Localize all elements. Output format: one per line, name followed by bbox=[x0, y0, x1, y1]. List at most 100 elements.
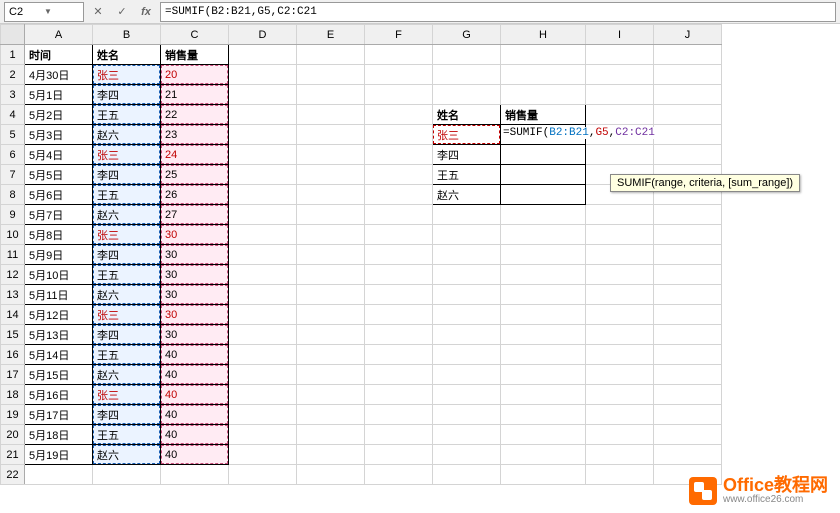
row-header-19[interactable]: 19 bbox=[1, 405, 25, 425]
spreadsheet-grid[interactable]: ABCDEFGHIJ1时间姓名销售量24月30日张三2035月1日李四2145月… bbox=[0, 24, 840, 485]
cell-D18[interactable] bbox=[229, 385, 297, 405]
cell-A15[interactable]: 5月13日 bbox=[25, 325, 93, 345]
cell-E9[interactable] bbox=[297, 205, 365, 225]
column-header-E[interactable]: E bbox=[297, 25, 365, 45]
cell-C18[interactable]: 40 bbox=[161, 385, 229, 405]
row-header-18[interactable]: 18 bbox=[1, 385, 25, 405]
cell-F20[interactable] bbox=[365, 425, 433, 445]
cell-E8[interactable] bbox=[297, 185, 365, 205]
cell-A3[interactable]: 5月1日 bbox=[25, 85, 93, 105]
cell-E5[interactable] bbox=[297, 125, 365, 145]
cell-F14[interactable] bbox=[365, 305, 433, 325]
cell-H10[interactable] bbox=[501, 225, 586, 245]
cell-I13[interactable] bbox=[586, 285, 654, 305]
cell-D16[interactable] bbox=[229, 345, 297, 365]
cell-B22[interactable] bbox=[93, 465, 161, 485]
cell-C19[interactable]: 40 bbox=[161, 405, 229, 425]
cell-G13[interactable] bbox=[433, 285, 501, 305]
cell-D22[interactable] bbox=[229, 465, 297, 485]
cell-B9[interactable]: 赵六 bbox=[93, 205, 161, 225]
cell-B20[interactable]: 王五 bbox=[93, 425, 161, 445]
name-box[interactable]: C2 ▼ bbox=[4, 2, 84, 22]
cell-H11[interactable] bbox=[501, 245, 586, 265]
cell-F7[interactable] bbox=[365, 165, 433, 185]
cell-G1[interactable] bbox=[433, 45, 501, 65]
cell-J12[interactable] bbox=[654, 265, 722, 285]
cell-J13[interactable] bbox=[654, 285, 722, 305]
cell-G12[interactable] bbox=[433, 265, 501, 285]
cell-B21[interactable]: 赵六 bbox=[93, 445, 161, 465]
cell-H6[interactable] bbox=[501, 145, 586, 165]
cell-G4[interactable]: 姓名 bbox=[433, 105, 501, 125]
cell-B16[interactable]: 王五 bbox=[93, 345, 161, 365]
cell-E6[interactable] bbox=[297, 145, 365, 165]
cell-C8[interactable]: 26 bbox=[161, 185, 229, 205]
cell-B17[interactable]: 赵六 bbox=[93, 365, 161, 385]
cell-G21[interactable] bbox=[433, 445, 501, 465]
cell-D12[interactable] bbox=[229, 265, 297, 285]
cell-I20[interactable] bbox=[586, 425, 654, 445]
cell-G5[interactable]: 张三 bbox=[433, 125, 501, 145]
cell-A11[interactable]: 5月9日 bbox=[25, 245, 93, 265]
cell-A1[interactable]: 时间 bbox=[25, 45, 93, 65]
cell-C14[interactable]: 30 bbox=[161, 305, 229, 325]
cell-E15[interactable] bbox=[297, 325, 365, 345]
row-header-14[interactable]: 14 bbox=[1, 305, 25, 325]
cell-G10[interactable] bbox=[433, 225, 501, 245]
cell-E2[interactable] bbox=[297, 65, 365, 85]
cell-A12[interactable]: 5月10日 bbox=[25, 265, 93, 285]
cell-B6[interactable]: 张三 bbox=[93, 145, 161, 165]
cell-G6[interactable]: 李四 bbox=[433, 145, 501, 165]
fx-icon[interactable]: fx bbox=[136, 2, 156, 22]
row-header-11[interactable]: 11 bbox=[1, 245, 25, 265]
cell-C15[interactable]: 30 bbox=[161, 325, 229, 345]
cell-F22[interactable] bbox=[365, 465, 433, 485]
cell-G8[interactable]: 赵六 bbox=[433, 185, 501, 205]
cell-I18[interactable] bbox=[586, 385, 654, 405]
cell-D21[interactable] bbox=[229, 445, 297, 465]
cell-F16[interactable] bbox=[365, 345, 433, 365]
cell-C9[interactable]: 27 bbox=[161, 205, 229, 225]
row-header-7[interactable]: 7 bbox=[1, 165, 25, 185]
cell-F8[interactable] bbox=[365, 185, 433, 205]
cell-J21[interactable] bbox=[654, 445, 722, 465]
cell-H9[interactable] bbox=[501, 205, 586, 225]
cell-H21[interactable] bbox=[501, 445, 586, 465]
formula-input[interactable]: =SUMIF(B2:B21,G5,C2:C21 bbox=[160, 2, 836, 22]
row-header-5[interactable]: 5 bbox=[1, 125, 25, 145]
cell-G11[interactable] bbox=[433, 245, 501, 265]
cell-G2[interactable] bbox=[433, 65, 501, 85]
cell-J2[interactable] bbox=[654, 65, 722, 85]
cell-D19[interactable] bbox=[229, 405, 297, 425]
row-header-3[interactable]: 3 bbox=[1, 85, 25, 105]
cell-J15[interactable] bbox=[654, 325, 722, 345]
row-header-8[interactable]: 8 bbox=[1, 185, 25, 205]
cell-E10[interactable] bbox=[297, 225, 365, 245]
cell-B1[interactable]: 姓名 bbox=[93, 45, 161, 65]
cell-A7[interactable]: 5月5日 bbox=[25, 165, 93, 185]
cell-C21[interactable]: 40 bbox=[161, 445, 229, 465]
cell-F1[interactable] bbox=[365, 45, 433, 65]
cell-J4[interactable] bbox=[654, 105, 722, 125]
cell-A16[interactable]: 5月14日 bbox=[25, 345, 93, 365]
cell-J18[interactable] bbox=[654, 385, 722, 405]
cell-G20[interactable] bbox=[433, 425, 501, 445]
cell-H16[interactable] bbox=[501, 345, 586, 365]
cell-E21[interactable] bbox=[297, 445, 365, 465]
cell-J9[interactable] bbox=[654, 205, 722, 225]
cell-A8[interactable]: 5月6日 bbox=[25, 185, 93, 205]
cell-A2[interactable]: 4月30日 bbox=[25, 65, 93, 85]
cell-I22[interactable] bbox=[586, 465, 654, 485]
column-header-F[interactable]: F bbox=[365, 25, 433, 45]
cell-E18[interactable] bbox=[297, 385, 365, 405]
cell-J20[interactable] bbox=[654, 425, 722, 445]
cell-H2[interactable] bbox=[501, 65, 586, 85]
cell-B12[interactable]: 王五 bbox=[93, 265, 161, 285]
cell-C12[interactable]: 30 bbox=[161, 265, 229, 285]
cell-C2[interactable]: 20 bbox=[161, 65, 229, 85]
cell-I9[interactable] bbox=[586, 205, 654, 225]
cell-C17[interactable]: 40 bbox=[161, 365, 229, 385]
cell-J10[interactable] bbox=[654, 225, 722, 245]
cell-D11[interactable] bbox=[229, 245, 297, 265]
row-header-1[interactable]: 1 bbox=[1, 45, 25, 65]
